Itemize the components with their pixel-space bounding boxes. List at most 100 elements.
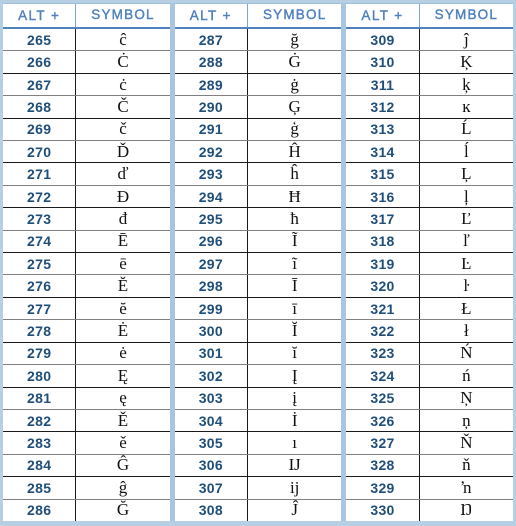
- table-row: 319 Ŀ: [346, 253, 514, 276]
- alt-code-cell: 321: [346, 297, 420, 320]
- table-row: 290 Ģ: [174, 96, 342, 119]
- alt-code-cell: 287: [175, 29, 248, 51]
- symbol-cell: Ĵ: [291, 500, 298, 520]
- table-row: 305 ı: [174, 432, 342, 455]
- table-row: 288 Ġ: [174, 51, 342, 74]
- column-header-alt: ALT +: [346, 4, 420, 27]
- alt-code-cell: 267: [3, 73, 77, 96]
- symbol-cell: Ĥ: [288, 141, 301, 161]
- symbol-cell: ŀ: [463, 276, 470, 296]
- alt-code-cell: 301: [175, 342, 248, 365]
- alt-code-cell: 282: [3, 409, 77, 432]
- symbol-cell: ĳ: [289, 477, 300, 497]
- table-row: 324 ń: [346, 365, 514, 388]
- table-row: 268 Č: [3, 96, 170, 119]
- alt-code-cell: 273: [3, 208, 77, 230]
- table-row: 322 ł: [346, 320, 514, 343]
- alt-code-cell: 318: [346, 230, 420, 253]
- table-row: 297 ĩ: [174, 253, 342, 276]
- symbol-cell: Ĳ: [288, 455, 301, 475]
- symbol-cell: į: [292, 388, 298, 408]
- table-row: 313 Ĺ: [346, 118, 514, 142]
- symbol-cell: ĺ: [463, 141, 469, 161]
- symbol-cell: đ: [118, 208, 128, 228]
- alt-code-cell: 307: [175, 477, 248, 499]
- table-row: 295 ħ: [174, 208, 342, 231]
- column-header-alt: ALT +: [175, 4, 248, 27]
- alt-code-cell: 294: [175, 185, 248, 208]
- table-row: 279 ė: [3, 342, 170, 366]
- alt-code-cell: 317: [346, 208, 420, 230]
- symbol-cell: Ī: [291, 276, 298, 296]
- alt-code-cell: 323: [346, 342, 420, 365]
- column-header-alt-label: ALT +: [18, 7, 61, 23]
- table-row: 307 ĳ: [174, 477, 342, 500]
- alt-code-cell: 302: [175, 365, 248, 387]
- symbol-cell: ġ: [290, 74, 299, 94]
- table-row: 300 Ĭ: [174, 320, 342, 343]
- table-row: 327 Ň: [346, 432, 514, 455]
- alt-code-cell: 306: [175, 454, 248, 477]
- alt-code-cell: 313: [346, 118, 420, 141]
- column-group-3: ALT + SYMBOL 309 ĵ 310 Ķ 311 ķ 312 ĸ 313 Ĺ 314 ĺ 315 Ļ 3…: [341, 3, 514, 521]
- table-row: 291 ģ: [174, 118, 342, 142]
- table-row: 282 Ě: [3, 409, 170, 433]
- alt-code-cell: 266: [3, 51, 77, 73]
- symbol-cell: ň: [462, 455, 471, 475]
- alt-code-cell: 286: [3, 499, 77, 521]
- symbol-cell: Ķ: [460, 52, 473, 72]
- symbol-cell: Ĭ: [291, 320, 298, 340]
- symbol-cell: ĩ: [292, 253, 298, 273]
- alt-code-cell: 296: [175, 230, 248, 253]
- table-row: 277 ĕ: [3, 297, 170, 321]
- symbol-cell: Ŋ: [460, 500, 473, 520]
- alt-code-cell: 281: [3, 387, 77, 409]
- symbol-cell: ĉ: [119, 29, 127, 49]
- symbol-cell: Đ: [116, 186, 130, 206]
- table-row: 323 Ń: [346, 342, 514, 366]
- column-header-symbol: SYMBOL: [248, 4, 341, 27]
- symbol-cell: ĸ: [462, 96, 471, 116]
- alt-code-cell: 272: [3, 185, 77, 208]
- table-row: 309 ĵ: [346, 29, 514, 52]
- alt-code-cell: 300: [175, 320, 248, 342]
- alt-code-cell: 275: [3, 253, 77, 275]
- symbol-cell: Į: [291, 365, 298, 385]
- alt-code-cell: 308: [175, 499, 248, 521]
- table-row: 269 č: [3, 118, 170, 142]
- alt-code-cell: 322: [346, 320, 420, 342]
- symbol-cell: ľ: [462, 231, 470, 251]
- column-group-1: ALT + SYMBOL 265 ĉ 266 Ċ 267 ċ 268 Č 269 č 270 Ď 271 ď 2…: [3, 3, 170, 521]
- table-header-row: ALT + SYMBOL: [174, 3, 342, 29]
- table-row: 321 Ł: [346, 297, 514, 321]
- symbol-cell: Ď: [116, 141, 130, 161]
- table-row: 281 ę: [3, 387, 170, 410]
- column-header-alt-label: ALT +: [189, 7, 232, 23]
- table-row: 308 Ĵ: [175, 499, 342, 521]
- table-row: 318 ľ: [346, 230, 514, 254]
- symbol-cell: Ń: [460, 343, 473, 363]
- alt-code-cell: 316: [346, 185, 420, 208]
- table-row: 271 ď: [3, 163, 170, 186]
- symbol-cell: ļ: [463, 186, 469, 206]
- table-row: 293 ĥ: [174, 163, 342, 186]
- table-row: 284 Ĝ: [3, 454, 170, 478]
- alt-code-cell: 280: [3, 365, 77, 387]
- symbol-cell: č: [119, 119, 127, 139]
- symbol-cell: Ĝ: [116, 455, 130, 475]
- symbol-cell: ķ: [462, 74, 471, 94]
- alt-code-cell: 319: [346, 253, 420, 275]
- symbol-cell: Ļ: [461, 164, 472, 184]
- column-header-alt-label: ALT +: [361, 7, 404, 23]
- symbol-cell: Č: [117, 96, 129, 116]
- alt-code-cell: 291: [175, 118, 248, 141]
- symbol-cell: ē: [119, 253, 127, 273]
- table-row: 265 ĉ: [3, 29, 170, 52]
- alt-code-cell: 328: [346, 454, 420, 477]
- table-row: 286 Ğ: [3, 499, 170, 521]
- symbol-cell: Ĺ: [461, 119, 472, 139]
- symbol-cell: ń: [462, 365, 471, 385]
- table-row: 326 ņ: [346, 409, 514, 433]
- alt-code-cell: 271: [3, 163, 77, 185]
- alt-code-cell: 303: [175, 387, 248, 409]
